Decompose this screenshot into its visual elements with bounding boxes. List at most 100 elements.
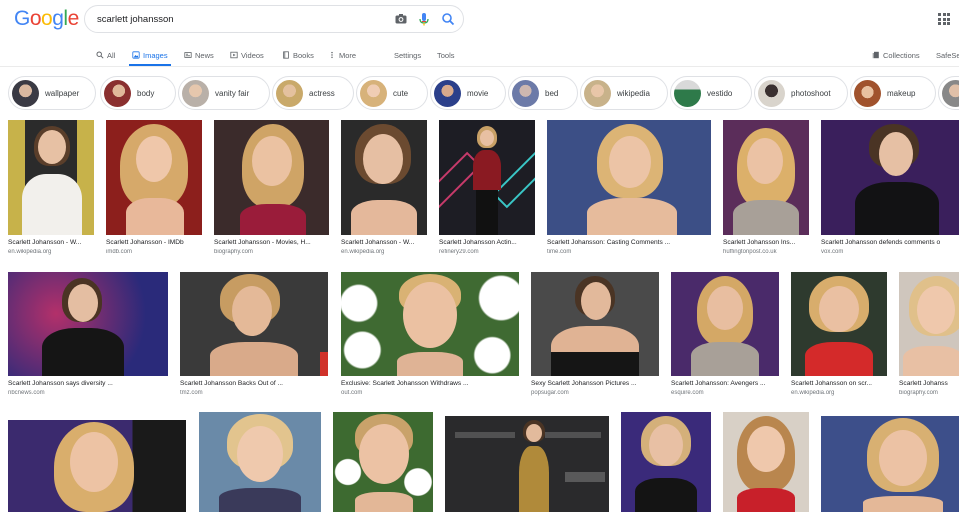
- result-thumbnail[interactable]: [333, 412, 433, 512]
- image-result[interactable]: [8, 420, 186, 512]
- tab-tools[interactable]: Tools: [437, 44, 455, 66]
- tab-more[interactable]: More: [328, 44, 356, 66]
- image-result[interactable]: Scarlett Johansson - W... en.wikipedia.o…: [8, 120, 94, 255]
- image-result[interactable]: Scarlett Johansson defends comments o vo…: [821, 120, 959, 255]
- chip-label: vestido: [707, 88, 733, 98]
- image-result[interactable]: [333, 412, 433, 512]
- result-caption: Scarlett Johansson Ins...: [723, 239, 796, 246]
- result-caption: Scarlett Johansson - Movies, H...: [214, 239, 311, 246]
- chip-bed[interactable]: bed: [508, 76, 578, 110]
- google-logo[interactable]: Google: [14, 7, 79, 31]
- result-thumbnail[interactable]: [821, 120, 959, 235]
- image-result[interactable]: Scarlett Johansson Actin... refinery29.c…: [439, 120, 535, 255]
- result-caption: Scarlett Johansson - W...: [341, 239, 415, 246]
- search-icon[interactable]: [440, 11, 456, 27]
- image-result[interactable]: Scarlett Johansson - W... en.wikipedia.o…: [341, 120, 427, 255]
- result-thumbnail[interactable]: [106, 120, 202, 235]
- result-thumbnail[interactable]: [531, 272, 659, 376]
- result-thumbnail[interactable]: [341, 120, 427, 235]
- tab-news[interactable]: News: [184, 44, 214, 66]
- result-caption: Sexy Scarlett Johansson Pictures ...: [531, 380, 637, 387]
- result-caption: Scarlett Johansson - W...: [8, 239, 82, 246]
- image-result[interactable]: [621, 412, 711, 512]
- result-thumbnail[interactable]: [180, 272, 328, 376]
- result-thumbnail[interactable]: [671, 272, 779, 376]
- book-icon: [283, 51, 289, 59]
- collections-link[interactable]: Collections: [872, 44, 920, 66]
- result-source: en.wikipedia.org: [8, 249, 52, 255]
- chip-wallpaper[interactable]: wallpaper: [8, 76, 96, 110]
- tab-all[interactable]: All: [96, 44, 115, 66]
- tab-videos[interactable]: Videos: [230, 44, 264, 66]
- tab-label: All: [107, 50, 116, 60]
- chip-thumbnail: [584, 79, 611, 107]
- chip-label: body: [137, 88, 155, 98]
- image-result[interactable]: Sexy Scarlett Johansson Pictures ... pop…: [531, 272, 659, 396]
- search-tabs: All Images News Videos Books More Settin…: [0, 44, 959, 66]
- result-thumbnail[interactable]: [723, 120, 809, 235]
- tab-images[interactable]: Images: [129, 44, 171, 66]
- tab-label: Tools: [437, 50, 455, 60]
- tab-label: Images: [143, 50, 168, 60]
- result-thumbnail[interactable]: [621, 412, 711, 512]
- image-result[interactable]: Scarlett Johansson - IMDb imdb.com: [106, 120, 202, 255]
- chip-wikipedia[interactable]: wikipedia: [580, 76, 668, 110]
- chip-thumbnail: [854, 79, 881, 107]
- result-source: imdb.com: [106, 249, 133, 255]
- safesearch-link[interactable]: SafeSe: [936, 44, 959, 66]
- result-thumbnail[interactable]: [445, 416, 609, 512]
- microphone-icon[interactable]: [416, 11, 432, 27]
- chip-movie[interactable]: movie: [430, 76, 506, 110]
- tab-label: News: [195, 50, 214, 60]
- result-source: out.com: [341, 390, 363, 396]
- tab-books[interactable]: Books: [282, 44, 314, 66]
- result-thumbnail[interactable]: [8, 120, 94, 235]
- image-result[interactable]: [821, 416, 959, 512]
- result-thumbnail[interactable]: [8, 272, 168, 376]
- image-result[interactable]: Scarlett Johansson Backs Out of ... tmz.…: [180, 272, 328, 396]
- chip-vestido[interactable]: vestido: [670, 76, 752, 110]
- image-result[interactable]: Scarlett Johansson says diversity ... nb…: [8, 272, 168, 396]
- chip-thumbnail: [512, 79, 539, 107]
- chip-photoshoot[interactable]: photoshoot: [754, 76, 848, 110]
- related-chips: wallpaper body vanity fair actress cute …: [8, 76, 959, 110]
- result-thumbnail[interactable]: [821, 416, 959, 512]
- image-result[interactable]: Exclusive: Scarlett Johansson Withdraws …: [341, 272, 519, 396]
- result-thumbnail[interactable]: [791, 272, 887, 376]
- chip-makeup[interactable]: makeup: [850, 76, 936, 110]
- chip-label: wikipedia: [617, 88, 650, 98]
- tab-settings[interactable]: Settings: [394, 44, 421, 66]
- result-thumbnail[interactable]: [8, 420, 186, 512]
- tab-label: SafeSe: [936, 50, 959, 60]
- chip-thumbnail: [942, 79, 959, 107]
- result-thumbnail[interactable]: [899, 272, 959, 376]
- image-result[interactable]: [199, 412, 321, 512]
- image-result[interactable]: Scarlett Johansson on scr... en.wikipedi…: [791, 272, 887, 396]
- image-result[interactable]: Scarlett Johansson: Avengers ... esquire…: [671, 272, 779, 396]
- result-thumbnail[interactable]: [341, 272, 519, 376]
- result-thumbnail[interactable]: [723, 412, 809, 512]
- result-thumbnail[interactable]: [547, 120, 711, 235]
- search-box[interactable]: [84, 5, 464, 33]
- result-source: time.com: [547, 249, 572, 255]
- image-result[interactable]: [723, 412, 809, 512]
- chip-actress[interactable]: actress: [272, 76, 354, 110]
- chip-label: bed: [545, 88, 559, 98]
- chip-vanity-fair[interactable]: vanity fair: [178, 76, 270, 110]
- result-source: nbcnews.com: [8, 390, 45, 396]
- image-result[interactable]: Scarlett Johansson: Casting Comments ...…: [547, 120, 711, 255]
- apps-grid-icon[interactable]: [938, 13, 950, 25]
- image-result[interactable]: [445, 416, 609, 512]
- image-result[interactable]: Scarlett Johanss biography.com: [899, 272, 959, 396]
- image-result[interactable]: Scarlett Johansson - Movies, H... biogra…: [214, 120, 329, 255]
- result-thumbnail[interactable]: [199, 412, 321, 512]
- result-thumbnail[interactable]: [214, 120, 329, 235]
- chip-body[interactable]: body: [100, 76, 176, 110]
- camera-icon[interactable]: [393, 11, 409, 27]
- tab-label: More: [339, 50, 357, 60]
- search-input[interactable]: [97, 10, 387, 28]
- result-thumbnail[interactable]: [439, 120, 535, 235]
- image-result[interactable]: Scarlett Johansson Ins... huffingtonpost…: [723, 120, 809, 255]
- chip-more[interactable]: [938, 76, 959, 110]
- chip-cute[interactable]: cute: [356, 76, 428, 110]
